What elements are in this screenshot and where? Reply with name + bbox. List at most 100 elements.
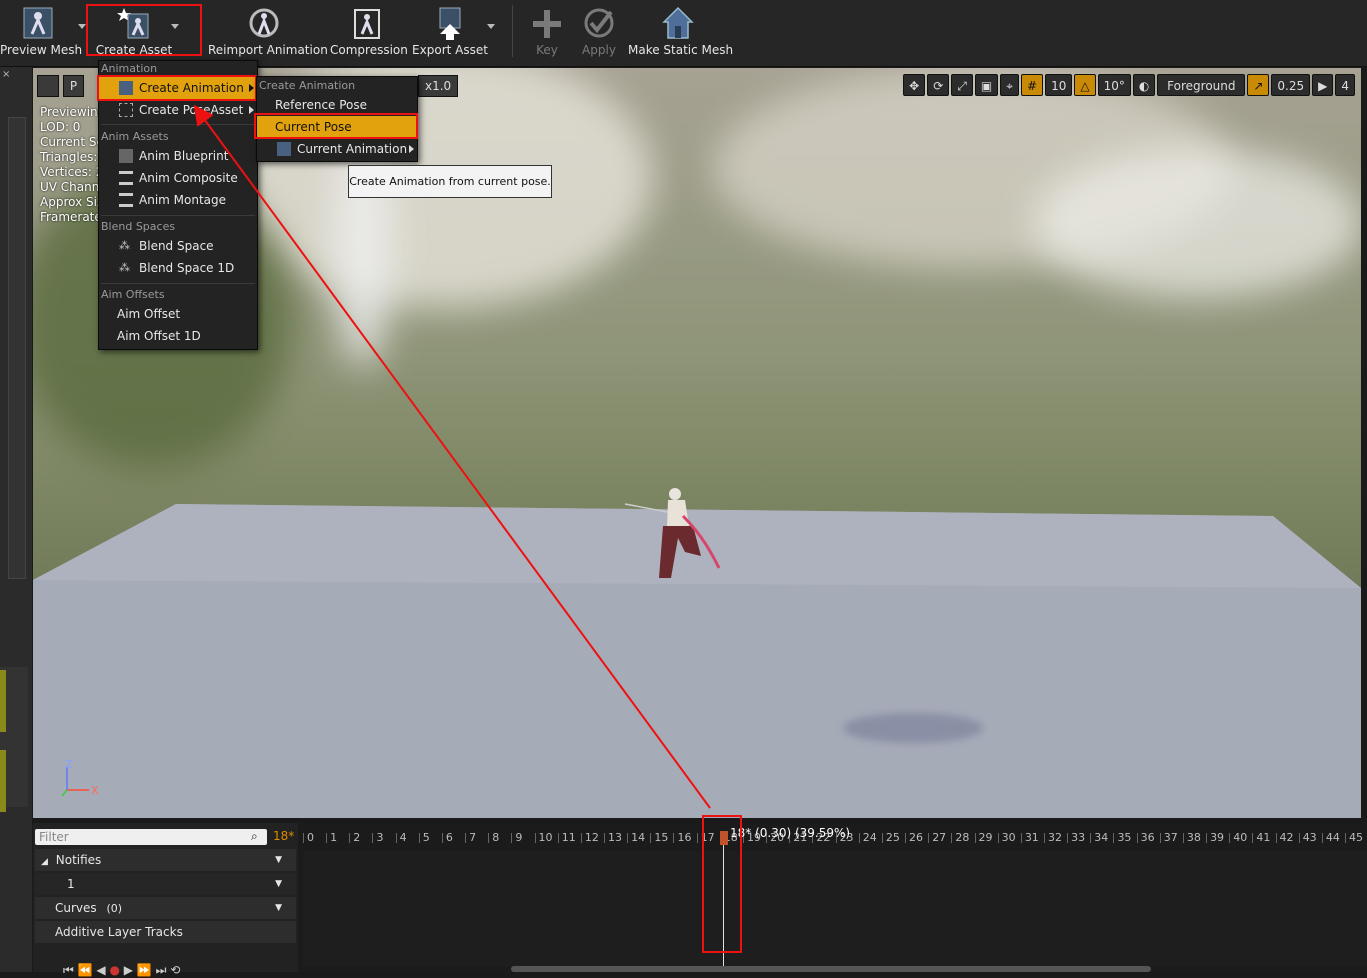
menu-item-blend-space-1d[interactable]: ⁂ Blend Space 1D [99, 257, 257, 279]
ruler-tick-mark [997, 833, 999, 843]
playhead-handle[interactable] [720, 831, 728, 845]
menu-item-current-pose[interactable]: Current Pose [257, 116, 417, 138]
step-back-icon[interactable]: ⏪ [78, 963, 93, 977]
preview-mesh-button[interactable]: Preview Mesh [0, 0, 82, 60]
surface-snap-icon[interactable]: ⌖ [1000, 74, 1019, 96]
samurai-character[interactable] [623, 486, 723, 586]
curves-dropdown-icon[interactable]: ▼ [275, 897, 282, 919]
skip-start-icon[interactable]: ⏮ [63, 963, 74, 977]
ruler-tick: 13 [608, 831, 623, 844]
axis-x-label: X [91, 784, 99, 797]
preview-mesh-dropdown-icon[interactable] [78, 24, 86, 29]
ruler-tick-mark [673, 833, 675, 843]
rotate-icon[interactable]: ⟳ [927, 74, 950, 96]
timeline-track-area[interactable] [303, 851, 1367, 966]
step-forward-icon[interactable]: ⏩ [137, 963, 152, 977]
notifies-track[interactable]: ◢ Notifies ▼ [35, 849, 296, 871]
close-icon[interactable]: × [2, 69, 10, 80]
blend-space-1d-icon: ⁂ [119, 261, 130, 274]
ruler-tick: 31 [1024, 831, 1039, 844]
ruler-tick-mark [627, 833, 629, 843]
camera-speed-icon[interactable]: ▶ [1312, 74, 1334, 96]
menu-item-current-animation[interactable]: Current Animation [257, 138, 417, 160]
menu-item-blend-space[interactable]: ⁂ Blend Space [99, 235, 257, 257]
notify-track-label: 1 [67, 877, 75, 891]
ruler-tick-mark [1113, 833, 1115, 843]
menu-item-aim-offset[interactable]: Aim Offset [99, 303, 257, 325]
apply-button[interactable]: Apply [578, 0, 620, 60]
perspective-button[interactable]: P [62, 75, 85, 97]
export-asset-dropdown-icon[interactable] [487, 24, 495, 29]
current-animation-label: Current Animation [297, 142, 408, 156]
menu-item-anim-composite[interactable]: Anim Composite [99, 167, 257, 189]
export-asset-button[interactable]: Export Asset [412, 0, 488, 60]
grid-snap-icon[interactable]: # [1021, 74, 1044, 96]
translate-icon[interactable]: ✥ [903, 74, 926, 96]
menu-item-aim-offset-1d[interactable]: Aim Offset 1D [99, 325, 257, 347]
compression-button[interactable]: Compression [330, 0, 408, 60]
view-mode-dropdown[interactable]: Foreground [1157, 74, 1246, 96]
additive-layer-tracks[interactable]: Additive Layer Tracks [35, 921, 296, 943]
menu-item-reference-pose[interactable]: Reference Pose [257, 94, 417, 116]
ruler-tick: 44 [1325, 831, 1340, 844]
key-button[interactable]: Key [527, 0, 567, 60]
curves-track[interactable]: Curves (0) ▼ [35, 897, 296, 919]
scale-snap-icon[interactable]: ↗ [1247, 74, 1270, 96]
create-animation-submenu: Create Animation Reference Pose Current … [256, 76, 418, 162]
grid-snap-value[interactable]: 10 [1045, 74, 1073, 96]
skip-end-icon[interactable]: ⏭ [156, 963, 167, 977]
playback-speed-button[interactable]: x1.0 [418, 75, 459, 97]
menu-item-create-animation[interactable]: Create Animation [99, 77, 257, 99]
viewport-options: P [37, 75, 85, 97]
compression-label: Compression [330, 43, 408, 57]
notify-track-dropdown-icon[interactable]: ▼ [275, 873, 282, 895]
menu-item-anim-blueprint[interactable]: Anim Blueprint [99, 145, 257, 167]
play-reverse-icon[interactable]: ◀ [96, 963, 105, 977]
ruler-tick-mark [372, 833, 374, 843]
expand-arrow-icon[interactable]: ◢ [41, 857, 48, 867]
menu-item-create-pose-asset[interactable]: Create PoseAsset [99, 99, 257, 121]
axis-z-label: Z [65, 760, 73, 771]
export-asset-icon [432, 4, 468, 45]
rotation-snap-icon[interactable]: △ [1074, 74, 1096, 96]
current-pose-tooltip: Create Animation from current pose. [348, 165, 552, 198]
search-icon[interactable]: ⌕ [251, 829, 258, 844]
ruler-tick: 2 [353, 831, 361, 844]
ruler-tick: 45 [1349, 831, 1363, 844]
play-icon[interactable]: ▶ [124, 963, 133, 977]
make-static-mesh-button[interactable]: Make Static Mesh [628, 0, 733, 60]
create-asset-button[interactable]: Create Asset [93, 0, 175, 60]
timeline-scrollbar[interactable] [511, 966, 1151, 972]
ruler-tick-mark [303, 833, 304, 843]
blend-space-icon: ⁂ [119, 239, 130, 252]
view-mode-icon[interactable]: ◐ [1132, 74, 1156, 96]
menu-item-anim-montage[interactable]: Anim Montage [99, 189, 257, 211]
toolbar-separator [512, 5, 513, 57]
transport-controls: ⏮ ⏪ ◀ ● ▶ ⏩ ⏭ ⟲ [63, 963, 180, 978]
yellow-marker [0, 670, 6, 732]
viewport-menu-button[interactable] [37, 75, 59, 97]
ruler-tick: 14 [631, 831, 646, 844]
scale-snap-value[interactable]: 0.25 [1271, 74, 1311, 96]
create-asset-dropdown-icon[interactable] [171, 24, 179, 29]
notify-track-1[interactable]: 1 ▼ [35, 873, 296, 895]
ruler-tick: 36 [1140, 831, 1155, 844]
rotation-snap-value[interactable]: 10° [1097, 74, 1131, 96]
scale-icon[interactable]: ⤢ [951, 74, 973, 96]
reimport-animation-button[interactable]: Reimport Animation [208, 0, 328, 60]
camera-speed-value[interactable]: 4 [1335, 74, 1355, 96]
loop-icon[interactable]: ⟲ [170, 963, 180, 977]
blend-space-label: Blend Space [139, 239, 214, 253]
left-panel-strip: × [0, 67, 32, 972]
world-local-icon[interactable]: ▣ [974, 74, 999, 96]
reference-pose-label: Reference Pose [275, 98, 368, 112]
ruler-tick: 27 [932, 831, 947, 844]
menu-divider [101, 283, 255, 284]
record-icon[interactable]: ● [109, 963, 119, 977]
aim-offset-label: Aim Offset [117, 307, 181, 321]
notifies-dropdown-icon[interactable]: ▼ [275, 849, 282, 871]
ruler-tick-mark [1206, 833, 1208, 843]
ruler-tick-mark [696, 833, 698, 843]
filter-input[interactable]: Filter [35, 829, 267, 845]
track-list: Filter ⌕ 18* ◢ Notifies ▼ 1 ▼ Curves (0)… [33, 823, 298, 977]
